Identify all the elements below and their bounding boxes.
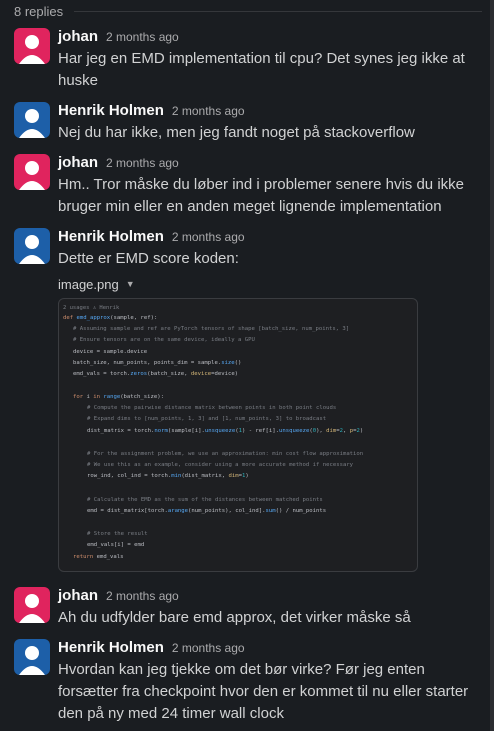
code-token: dim: [228, 473, 239, 479]
code-token: emd = dist_matrix[torch.: [87, 508, 168, 514]
code-token: norm: [154, 428, 168, 434]
user-avatar-icon[interactable]: [14, 587, 50, 623]
message-text: Hm.. Tror måske du løber ind i problemer…: [58, 176, 464, 215]
code-line: emd_vals[i] = emd: [87, 542, 145, 548]
attachment-file-name[interactable]: image.png: [58, 277, 119, 292]
code-line: # We use this as an example, consider us…: [87, 462, 354, 468]
message-author[interactable]: johan: [58, 154, 98, 171]
attachment-header[interactable]: image.png ▼: [58, 276, 135, 292]
code-token: dist_matrix = torch.: [87, 428, 155, 434]
code-token: def: [63, 315, 77, 321]
code-token: arange: [167, 508, 189, 514]
code-line: row_ind, col_ind = torch.min(dist_matrix…: [87, 471, 249, 482]
message-text: Dette er EMD score koden:: [58, 250, 239, 267]
code-line: emd = dist_matrix[torch.arange(num_point…: [87, 506, 326, 517]
message-author[interactable]: Henrik Holmen: [58, 639, 164, 656]
user-avatar-icon[interactable]: [14, 228, 50, 264]
message-timestamp[interactable]: 2 months ago: [106, 30, 179, 44]
code-line: # Ensure tensors are on the same device,…: [73, 337, 255, 343]
code-token: zeros: [130, 371, 148, 377]
code-token: (batch_size):: [120, 394, 164, 400]
message-timestamp[interactable]: 2 months ago: [106, 156, 179, 170]
code-token: () / num_points: [275, 508, 327, 514]
code-token: min: [171, 473, 182, 479]
code-token: row_ind, col_ind = torch.: [87, 473, 172, 479]
thread-pane: 8 replies johan 2 months ago Har jeg en …: [0, 0, 494, 731]
code-token: size: [221, 360, 235, 366]
code-token: (batch_size,: [147, 371, 191, 377]
code-line: dist_matrix = torch.norm(sample[i].unsqu…: [87, 426, 363, 437]
user-avatar-icon[interactable]: [14, 28, 50, 64]
code-line: # Store the result: [87, 531, 148, 537]
code-token: (sample[i].: [167, 428, 205, 434]
user-avatar-icon[interactable]: [14, 154, 50, 190]
code-token: (sample, ref):: [110, 315, 158, 321]
replies-count: 8 replies: [14, 3, 64, 19]
code-token: unsqueeze: [204, 428, 236, 434]
code-token: emd_vals: [96, 554, 124, 560]
user-avatar-icon[interactable]: [14, 639, 50, 675]
code-token: sum: [265, 508, 276, 514]
code-token: dim: [326, 428, 337, 434]
code-line: # Compute the pairwise distance matrix b…: [87, 405, 337, 411]
code-line: emd_vals = torch.zeros(batch_size, devic…: [73, 369, 238, 380]
code-token: ) - ref[i].: [241, 428, 279, 434]
code-token: return: [73, 554, 97, 560]
message-text: Ah du udfylder bare emd approx, det virk…: [58, 609, 411, 626]
code-line: device = sample.device: [73, 349, 148, 355]
code-token: ),: [316, 428, 327, 434]
code-token: unsqueeze: [279, 428, 310, 434]
code-token: batch_size, num_points, points_dim = sam…: [73, 360, 222, 366]
code-line: # Calculate the EMD as the sum of the di…: [87, 497, 323, 503]
message-text: Nej du har ikke, men jeg fandt noget på …: [58, 124, 415, 141]
code-line: batch_size, num_points, points_dim = sam…: [73, 358, 241, 369]
message-timestamp[interactable]: 2 months ago: [172, 230, 245, 244]
code-token: (num_points), col_ind].: [188, 508, 266, 514]
code-token: =device): [211, 371, 239, 377]
code-token: ,: [343, 428, 350, 434]
code-token: ): [359, 428, 364, 434]
code-token: device: [190, 371, 212, 377]
message-text: Har jeg en EMD implementation til cpu? D…: [58, 50, 465, 89]
message-timestamp[interactable]: 2 months ago: [172, 104, 245, 118]
message-timestamp[interactable]: 2 months ago: [106, 589, 179, 603]
code-line: def emd_approx(sample, ref):: [63, 313, 157, 324]
code-token: for: [73, 394, 87, 400]
code-token: ): [245, 473, 249, 479]
message-author[interactable]: Henrik Holmen: [58, 102, 164, 119]
code-token: in: [93, 394, 104, 400]
image-attachment[interactable]: 2 usages ♙ Henrik def emd_approx(sample,…: [58, 298, 418, 572]
message-timestamp[interactable]: 2 months ago: [172, 641, 245, 655]
code-token: range: [103, 394, 121, 400]
code-line: # Assuming sample and ref are PyTorch te…: [73, 326, 350, 332]
message-author[interactable]: Henrik Holmen: [58, 228, 164, 245]
code-token: (dist_matrix,: [181, 473, 229, 479]
code-token: (): [234, 360, 242, 366]
code-token: emd_approx: [76, 315, 111, 321]
code-line: # For the assignment problem, we use an …: [87, 451, 364, 457]
message-author[interactable]: johan: [58, 587, 98, 604]
code-line: return emd_vals: [73, 552, 124, 563]
chevron-down-icon[interactable]: ▼: [126, 279, 135, 289]
user-avatar-icon[interactable]: [14, 102, 50, 138]
scrollbar[interactable]: [490, 0, 494, 731]
message-author[interactable]: johan: [58, 28, 98, 45]
replies-header: 8 replies: [14, 2, 63, 20]
message-text: Hvordan kan jeg tjekke om det bør virke?…: [58, 661, 469, 722]
code-token: emd_vals = torch.: [73, 371, 131, 377]
code-line: for i in range(batch_size):: [73, 392, 164, 403]
code-line: # Expand dims to [num_points, 1, 3] and …: [87, 416, 327, 422]
replies-divider: [74, 11, 482, 12]
